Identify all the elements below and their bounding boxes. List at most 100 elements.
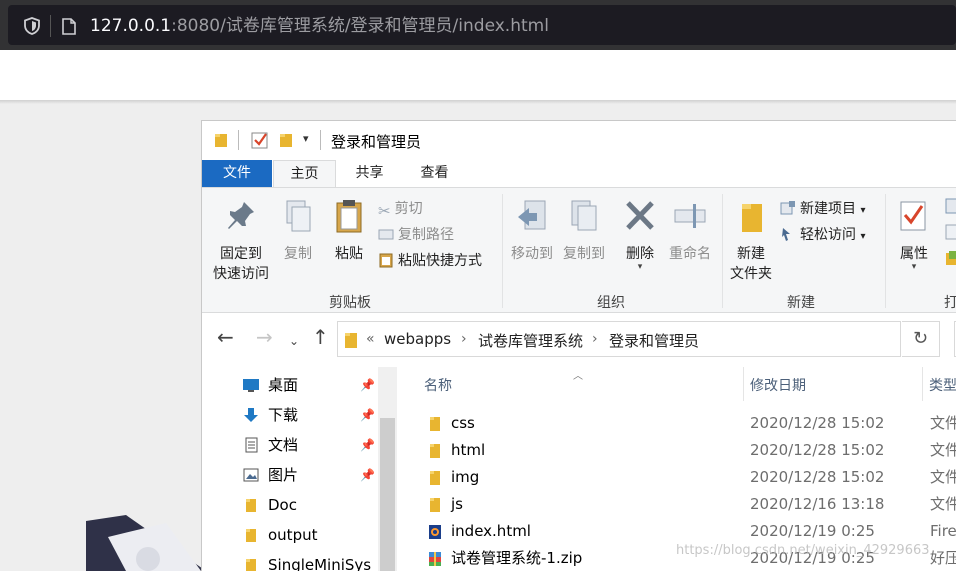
tab-home[interactable]: 主页 <box>273 160 336 188</box>
history-icon[interactable] <box>945 250 956 266</box>
pin-icon[interactable]: 📌 <box>360 408 375 422</box>
folder-icon <box>430 498 440 512</box>
pin-icon[interactable]: 📌 <box>360 378 375 392</box>
nav-item-label: 下载 <box>268 406 299 424</box>
nav-item-output[interactable]: output <box>242 521 377 549</box>
delete-dropdown-arrow-icon[interactable]: ▾ <box>616 263 664 272</box>
cut-label: 剪切 <box>394 201 423 217</box>
new-item-icon <box>780 201 795 215</box>
tab-share[interactable]: 共享 <box>342 160 397 187</box>
tab-view[interactable]: 查看 <box>407 160 462 187</box>
folder-icon <box>742 204 762 232</box>
nav-item-downloads[interactable]: 下载 <box>242 401 377 429</box>
nav-item-label: Doc <box>268 496 297 514</box>
sort-ascending-icon: ︿ <box>573 371 583 382</box>
file-type: 文件 <box>930 441 956 459</box>
pin-icon[interactable]: 📌 <box>360 468 375 482</box>
open-group-label: 打 <box>944 292 956 312</box>
nav-item-desktop[interactable]: 桌面 <box>242 371 377 399</box>
column-divider[interactable] <box>922 367 923 401</box>
edit-icon[interactable] <box>945 224 956 240</box>
cut-button[interactable]: ✂ 剪切 <box>378 198 423 220</box>
properties-button[interactable]: 属性 ▾ <box>892 198 936 272</box>
file-date: 2020/12/28 15:02 <box>750 441 885 459</box>
up-arrow-icon[interactable]: ↑ <box>312 327 329 347</box>
back-arrow-icon[interactable]: ← <box>217 327 234 347</box>
refresh-icon[interactable]: ↻ <box>902 321 940 357</box>
properties-label: 属性 <box>900 246 928 262</box>
file-row[interactable]: img 2020/12/28 15:02 文件 <box>398 464 956 491</box>
new-item-dropdown-icon: ▾ <box>860 205 866 216</box>
breadcrumb-overflow[interactable]: « <box>366 331 375 347</box>
rename-button[interactable]: 重命名 <box>664 198 716 264</box>
open-icon[interactable] <box>945 198 956 214</box>
column-header-date[interactable]: 修改日期 <box>750 371 806 401</box>
file-type: 文件 <box>930 495 956 513</box>
nav-item-singleminisys[interactable]: SingleMiniSys <box>242 551 377 571</box>
paste-label: 粘贴 <box>335 246 363 262</box>
breadcrumb-webapps[interactable]: webapps <box>384 330 451 348</box>
scissors-icon: ✂ <box>378 202 391 220</box>
column-header-type[interactable]: 类型 <box>929 371 956 401</box>
recent-locations-chevron-icon[interactable]: ⌄ <box>289 331 299 351</box>
nav-item-label: 图片 <box>268 466 299 484</box>
easy-access-icon <box>782 228 790 241</box>
delete-button[interactable]: 删除 ▾ <box>616 198 664 272</box>
column-header-name[interactable]: 名称 <box>424 371 452 401</box>
pin-icon[interactable]: 📌 <box>360 438 375 452</box>
url-text[interactable]: 127.0.0.1:8080/试卷库管理系统/登录和管理员/index.html <box>90 15 549 37</box>
nav-item-documents[interactable]: 文档 <box>242 431 377 459</box>
page-header-area <box>0 50 956 102</box>
properties-check-icon[interactable] <box>251 131 269 149</box>
nav-pane-scroll-thumb[interactable] <box>380 418 395 571</box>
nav-item-doc[interactable]: Doc <box>242 491 377 519</box>
breadcrumb-chevron-icon[interactable]: › <box>592 331 598 347</box>
url-separator <box>50 15 51 37</box>
new-group-label: 新建 <box>787 295 815 311</box>
breadcrumb-chevron-icon[interactable]: › <box>461 331 467 347</box>
group-separator <box>885 194 886 308</box>
pin-label-1: 固定到 <box>220 246 262 262</box>
column-divider[interactable] <box>743 367 744 401</box>
file-row[interactable]: html 2020/12/28 15:02 文件 <box>398 437 956 464</box>
new-item-button[interactable]: 新建项目 ▾ <box>780 198 865 220</box>
copy-button[interactable]: 复制 <box>274 198 322 264</box>
copy-to-button[interactable]: 复制到 <box>558 198 610 264</box>
new-folder-button[interactable]: 新建 文件夹 <box>726 198 776 284</box>
qa-customize-arrow-icon[interactable]: ▾ <box>303 132 309 145</box>
breadcrumb-exam-system[interactable]: 试卷库管理系统 <box>478 330 583 351</box>
address-bar[interactable]: « webapps › 试卷库管理系统 › 登录和管理员 ⌄ <box>337 321 901 357</box>
paste-shortcut-button[interactable]: 粘贴快捷方式 <box>378 250 482 272</box>
rename-icon <box>674 204 706 228</box>
move-to-label: 移动到 <box>511 246 553 262</box>
url-bar[interactable]: 127.0.0.1:8080/试卷库管理系统/登录和管理员/index.html <box>8 5 956 45</box>
pin-quick-access-button[interactable]: 固定到 快速访问 <box>210 198 272 284</box>
file-row[interactable]: css 2020/12/28 15:02 文件 <box>398 410 956 437</box>
file-type: 文件 <box>930 414 956 432</box>
easy-access-button[interactable]: 轻松访问 ▾ <box>780 224 865 246</box>
paste-shortcut-icon <box>379 253 393 268</box>
page-icon <box>62 18 76 35</box>
file-row[interactable]: index.html 2020/12/19 0:25 Fire <box>398 518 956 545</box>
nav-pane-scrollbar[interactable] <box>378 367 397 571</box>
breadcrumb-login-admin[interactable]: 登录和管理员 <box>609 330 699 351</box>
copy-path-button[interactable]: 复制路径 <box>378 224 454 246</box>
file-date: 2020/12/19 0:25 <box>750 522 875 540</box>
new-folder-label-2: 文件夹 <box>730 266 772 282</box>
paste-button[interactable]: 粘贴 <box>325 198 373 264</box>
copy-path-label: 复制路径 <box>398 227 454 243</box>
file-list: ︿ 名称 修改日期 类型 css 2020/12/28 15:02 文件 htm… <box>398 367 956 571</box>
nav-item-label: SingleMiniSys <box>268 556 372 571</box>
delete-x-icon <box>626 201 654 230</box>
move-to-button[interactable]: 移动到 <box>506 198 558 264</box>
tab-file[interactable]: 文件 <box>202 160 272 187</box>
new-folder-label-1: 新建 <box>737 246 765 262</box>
forward-arrow-icon[interactable]: → <box>256 327 273 347</box>
new-folder-icon[interactable] <box>279 132 293 148</box>
move-to-icon <box>518 200 546 230</box>
nav-item-pictures[interactable]: 图片 <box>242 461 377 489</box>
file-row[interactable]: js 2020/12/16 13:18 文件 <box>398 491 956 518</box>
properties-dropdown-arrow-icon[interactable]: ▾ <box>892 263 936 272</box>
shield-icon[interactable] <box>24 17 40 35</box>
properties-check-icon <box>900 201 926 231</box>
